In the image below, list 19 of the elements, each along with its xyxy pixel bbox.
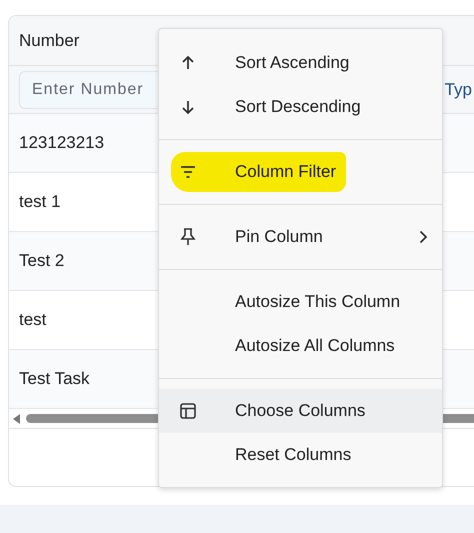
- columns-icon: [180, 403, 196, 419]
- table-cell: Test Task: [19, 369, 90, 389]
- pin-icon: [180, 228, 196, 246]
- menu-item[interactable]: Choose Columns: [159, 389, 442, 433]
- table-cell: Test 2: [19, 251, 64, 271]
- scroll-left-icon[interactable]: [13, 414, 20, 424]
- arrow-down-icon: [180, 99, 196, 115]
- table-cell: 123123213: [19, 133, 104, 153]
- menu-item[interactable]: Autosize All Columns: [159, 324, 442, 368]
- table-cell: test: [19, 310, 46, 330]
- menu-item[interactable]: Pin Column: [159, 215, 442, 259]
- arrow-up-icon: [180, 55, 196, 71]
- menu-item[interactable]: Column Filter: [159, 150, 442, 194]
- filter-field-text: Typ: [444, 80, 472, 100]
- column-header[interactable]: Number: [19, 30, 80, 50]
- menu-item[interactable]: Autosize This Column: [159, 280, 442, 324]
- menu-item[interactable]: Reset Columns: [159, 433, 442, 477]
- table-cell: test 1: [19, 192, 61, 212]
- filter-icon: [180, 166, 196, 178]
